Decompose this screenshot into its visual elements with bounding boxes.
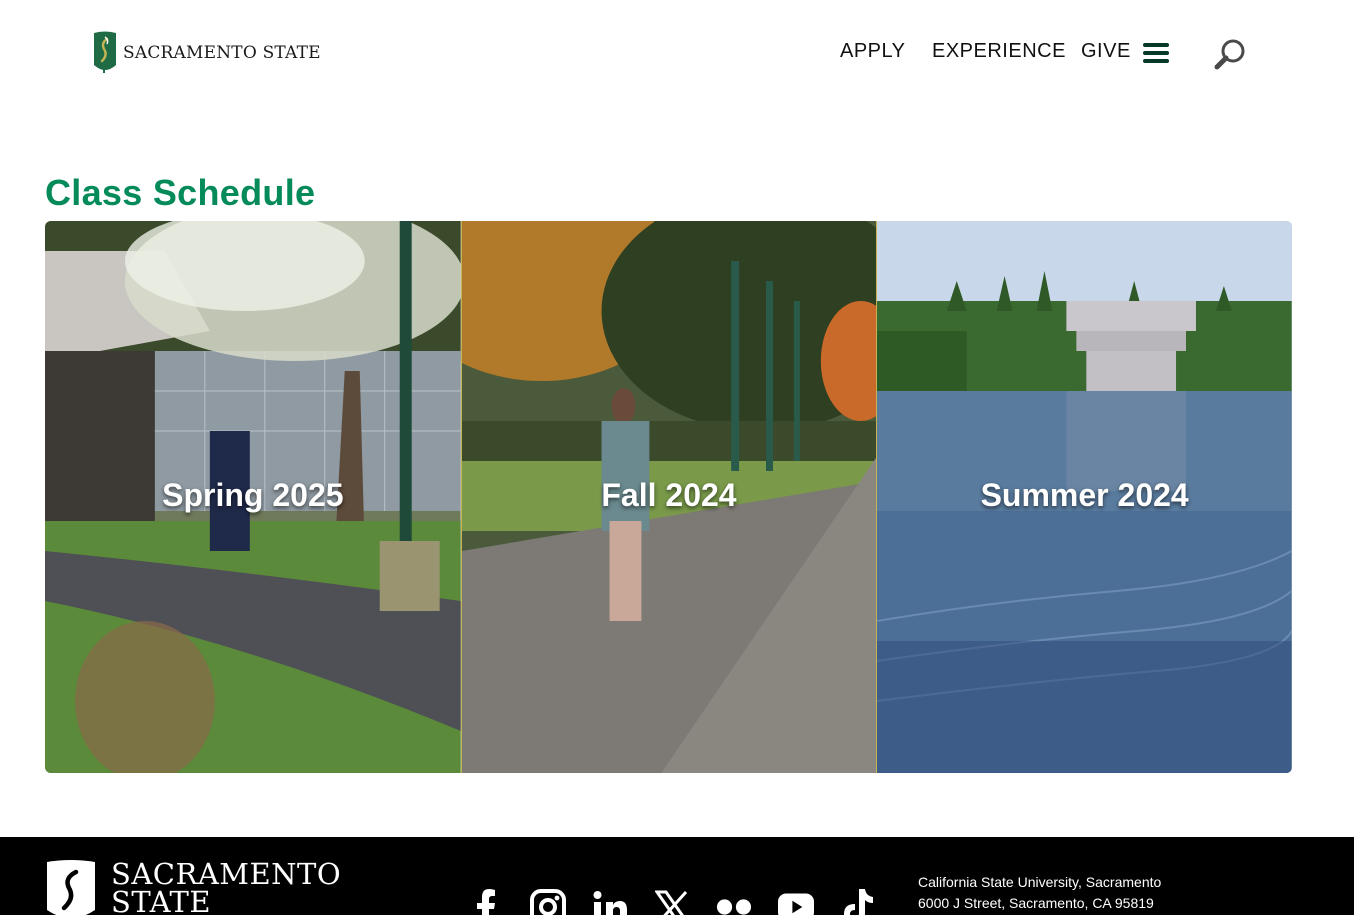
term-cards: Spring 2025 Fall 2024 Summer 2024 xyxy=(45,221,1292,773)
address-line-university: California State University, Sacramento xyxy=(918,874,1162,890)
term-card-spring-2025[interactable]: Spring 2025 xyxy=(45,221,461,773)
hornet-logo-icon xyxy=(94,31,116,73)
footer-logo[interactable]: SACRAMENTO STATE xyxy=(45,860,341,915)
address-line-street: 6000 J Street, Sacramento, CA 95819 xyxy=(918,895,1154,911)
linkedin-icon[interactable] xyxy=(592,889,628,915)
term-label: Summer 2024 xyxy=(980,477,1189,513)
x-icon[interactable] xyxy=(654,889,690,915)
flickr-icon[interactable] xyxy=(716,889,752,915)
term-label: Spring 2025 xyxy=(162,477,344,513)
hornet-logo-icon xyxy=(47,860,95,915)
nav-give-link[interactable]: GIVE xyxy=(1081,40,1131,63)
site-footer: SACRAMENTO STATE California State Univer… xyxy=(0,837,1354,915)
footer-wordmark-line1: SACRAMENTO xyxy=(111,857,342,891)
youtube-icon[interactable] xyxy=(778,889,814,915)
social-links xyxy=(468,889,902,915)
search-icon[interactable] xyxy=(1213,37,1247,71)
nav-experience-link[interactable]: EXPERIENCE xyxy=(932,40,1066,63)
sacramento-state-logo[interactable]: SACRAMENTO STATE xyxy=(92,30,321,76)
term-card-summer-2024[interactable]: Summer 2024 xyxy=(876,221,1292,773)
page-title: Class Schedule xyxy=(45,172,316,213)
footer-wordmark-line2: STATE xyxy=(111,885,211,915)
footer-address: California State University, Sacramento … xyxy=(918,872,1161,914)
facebook-icon[interactable] xyxy=(468,889,504,915)
tiktok-icon[interactable] xyxy=(840,889,876,915)
term-label: Fall 2024 xyxy=(601,477,737,513)
nav-apply-link[interactable]: APPLY xyxy=(840,40,906,63)
term-card-fall-2024[interactable]: Fall 2024 xyxy=(460,221,877,773)
site-header: SACRAMENTO STATE APPLY EXPERIENCE GIVE xyxy=(0,0,1354,105)
instagram-icon[interactable] xyxy=(530,889,566,915)
footer-wordmark: SACRAMENTO STATE xyxy=(111,860,341,915)
logo-wordmark: SACRAMENTO STATE xyxy=(123,43,321,63)
hamburger-menu-icon[interactable] xyxy=(1143,43,1169,63)
